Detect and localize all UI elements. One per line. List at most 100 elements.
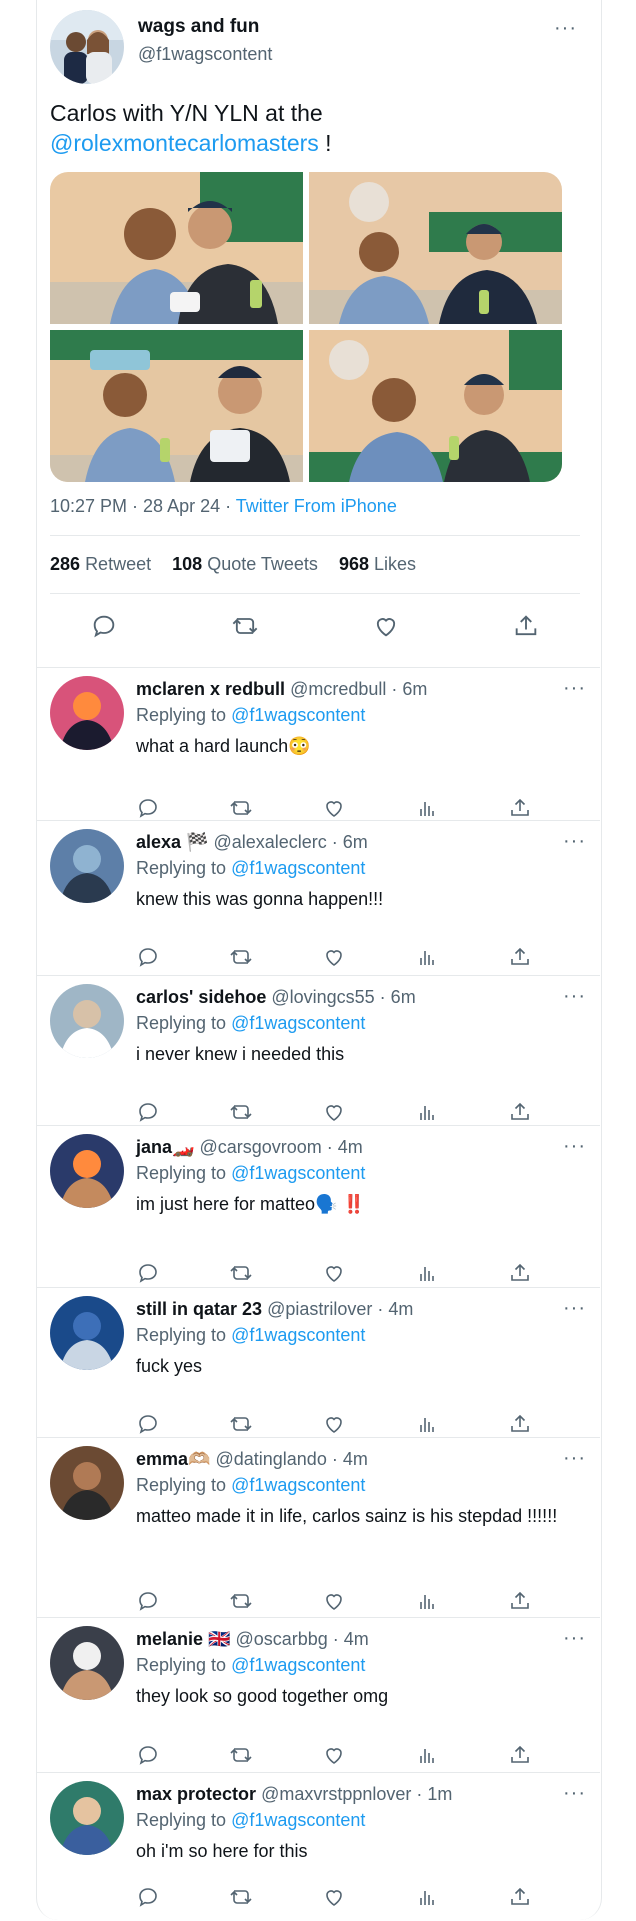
- reply-tweet[interactable]: ··· melanie 🇬🇧 @oscarbbg · 4m Replying t…: [36, 1617, 600, 1773]
- reply-icon[interactable]: [90, 612, 118, 640]
- reply-icon[interactable]: [136, 1412, 160, 1436]
- reply-icon[interactable]: [136, 945, 160, 969]
- reply-author-name[interactable]: melanie 🇬🇧: [136, 1629, 230, 1649]
- replying-to-mention[interactable]: @f1wagscontent: [231, 705, 365, 725]
- share-icon[interactable]: [508, 1885, 532, 1909]
- views-icon[interactable]: [415, 796, 439, 820]
- share-icon[interactable]: [508, 1743, 532, 1767]
- avatar[interactable]: [50, 1446, 124, 1520]
- reply-author-handle[interactable]: @oscarbbg · 4m: [235, 1629, 368, 1649]
- reply-author-handle[interactable]: @mcredbull · 6m: [290, 679, 427, 699]
- reply-tweet[interactable]: ··· max protector @maxvrstppnlover · 1m …: [36, 1772, 600, 1921]
- photo-1[interactable]: [50, 172, 303, 324]
- avatar[interactable]: [50, 10, 124, 84]
- retweet-icon[interactable]: [229, 1885, 253, 1909]
- share-icon[interactable]: [508, 945, 532, 969]
- more-options-icon[interactable]: ···: [554, 18, 577, 38]
- reply-author-handle[interactable]: @lovingcs55 · 6m: [271, 987, 415, 1007]
- author-handle[interactable]: @f1wagscontent: [138, 44, 272, 65]
- like-icon[interactable]: [322, 1743, 346, 1767]
- reply-author-handle[interactable]: @carsgovroom · 4m: [199, 1137, 362, 1157]
- reply-author-name[interactable]: jana🏎️: [136, 1137, 194, 1157]
- share-icon[interactable]: [512, 612, 540, 640]
- avatar[interactable]: [50, 1296, 124, 1370]
- reply-author-name[interactable]: emma🫶🏼: [136, 1449, 210, 1469]
- views-icon[interactable]: [415, 1261, 439, 1285]
- reply-icon[interactable]: [136, 796, 160, 820]
- share-icon[interactable]: [508, 796, 532, 820]
- reply-tweet[interactable]: ··· carlos' sidehoe @lovingcs55 · 6m Rep…: [36, 975, 600, 1126]
- like-icon[interactable]: [322, 1885, 346, 1909]
- reply-author-name[interactable]: alexa 🏁: [136, 832, 208, 852]
- likes-stat[interactable]: 968 Likes: [339, 554, 416, 574]
- reply-text: matteo made it in life, carlos sainz is …: [136, 1506, 558, 1526]
- avatar[interactable]: [50, 984, 124, 1058]
- views-icon[interactable]: [415, 1743, 439, 1767]
- reply-author-name[interactable]: carlos' sidehoe: [136, 987, 266, 1007]
- replying-to-mention[interactable]: @f1wagscontent: [231, 858, 365, 878]
- share-icon[interactable]: [508, 1412, 532, 1436]
- reply-author-handle[interactable]: @piastrilover · 4m: [267, 1299, 413, 1319]
- avatar[interactable]: [50, 829, 124, 903]
- retweet-icon[interactable]: [229, 1261, 253, 1285]
- like-icon[interactable]: [322, 945, 346, 969]
- avatar[interactable]: [50, 1781, 124, 1855]
- reply-icon[interactable]: [136, 1100, 160, 1124]
- replying-to-mention[interactable]: @f1wagscontent: [231, 1325, 365, 1345]
- reply-tweet[interactable]: ··· alexa 🏁 @alexaleclerc · 6m Replying …: [36, 820, 600, 976]
- reply-author-name[interactable]: mclaren x redbull: [136, 679, 285, 699]
- retweet-icon[interactable]: [230, 612, 260, 640]
- reply-tweet[interactable]: ··· mclaren x redbull @mcredbull · 6m Re…: [36, 667, 600, 821]
- like-icon[interactable]: [322, 796, 346, 820]
- timestamp-text[interactable]: 10:27 PM · 28 Apr 24 ·: [50, 496, 236, 516]
- reply-author-handle[interactable]: @alexaleclerc · 6m: [213, 832, 367, 852]
- photo-2[interactable]: [309, 172, 562, 324]
- reply-author-handle[interactable]: @maxvrstppnlover · 1m: [261, 1784, 452, 1804]
- like-icon[interactable]: [322, 1412, 346, 1436]
- views-icon[interactable]: [415, 1885, 439, 1909]
- retweet-icon[interactable]: [229, 1743, 253, 1767]
- source-link[interactable]: Twitter From iPhone: [236, 496, 397, 516]
- reply-author-name[interactable]: still in qatar 23: [136, 1299, 262, 1319]
- reply-tweet[interactable]: ··· still in qatar 23 @piastrilover · 4m…: [36, 1287, 600, 1438]
- reply-icon[interactable]: [136, 1589, 160, 1613]
- retweet-icon[interactable]: [229, 1589, 253, 1613]
- replying-to-mention[interactable]: @f1wagscontent: [231, 1163, 365, 1183]
- retweet-icon[interactable]: [229, 1412, 253, 1436]
- like-icon[interactable]: [322, 1261, 346, 1285]
- photo-grid: [50, 172, 562, 482]
- avatar[interactable]: [50, 676, 124, 750]
- like-icon[interactable]: [322, 1589, 346, 1613]
- photo-3[interactable]: [50, 330, 303, 482]
- reply-author-handle[interactable]: @datinglando · 4m: [215, 1449, 367, 1469]
- author-name[interactable]: wags and fun: [138, 16, 272, 38]
- photo-4[interactable]: [309, 330, 562, 482]
- views-icon[interactable]: [415, 1412, 439, 1436]
- views-icon[interactable]: [415, 1100, 439, 1124]
- reply-author-name[interactable]: max protector: [136, 1784, 256, 1804]
- reply-icon[interactable]: [136, 1743, 160, 1767]
- retweet-icon[interactable]: [229, 1100, 253, 1124]
- reply-tweet[interactable]: ··· emma🫶🏼 @datinglando · 4m Replying to…: [36, 1437, 600, 1618]
- retweet-icon[interactable]: [229, 945, 253, 969]
- avatar[interactable]: [50, 1134, 124, 1208]
- share-icon[interactable]: [508, 1589, 532, 1613]
- views-icon[interactable]: [415, 1589, 439, 1613]
- retweet-icon[interactable]: [229, 796, 253, 820]
- quote-stat[interactable]: 108 Quote Tweets: [172, 554, 318, 574]
- share-icon[interactable]: [508, 1261, 532, 1285]
- retweet-stat[interactable]: 286 Retweet: [50, 554, 151, 574]
- mention-link[interactable]: @rolexmontecarlomasters: [50, 130, 319, 156]
- like-icon[interactable]: [372, 612, 400, 640]
- replying-to-mention[interactable]: @f1wagscontent: [231, 1810, 365, 1830]
- reply-icon[interactable]: [136, 1261, 160, 1285]
- reply-tweet[interactable]: ··· jana🏎️ @carsgovroom · 4m Replying to…: [36, 1125, 600, 1288]
- like-icon[interactable]: [322, 1100, 346, 1124]
- share-icon[interactable]: [508, 1100, 532, 1124]
- replying-to-mention[interactable]: @f1wagscontent: [231, 1013, 365, 1033]
- replying-to-mention[interactable]: @f1wagscontent: [231, 1475, 365, 1495]
- avatar[interactable]: [50, 1626, 124, 1700]
- reply-icon[interactable]: [136, 1885, 160, 1909]
- views-icon[interactable]: [415, 945, 439, 969]
- replying-to-mention[interactable]: @f1wagscontent: [231, 1655, 365, 1675]
